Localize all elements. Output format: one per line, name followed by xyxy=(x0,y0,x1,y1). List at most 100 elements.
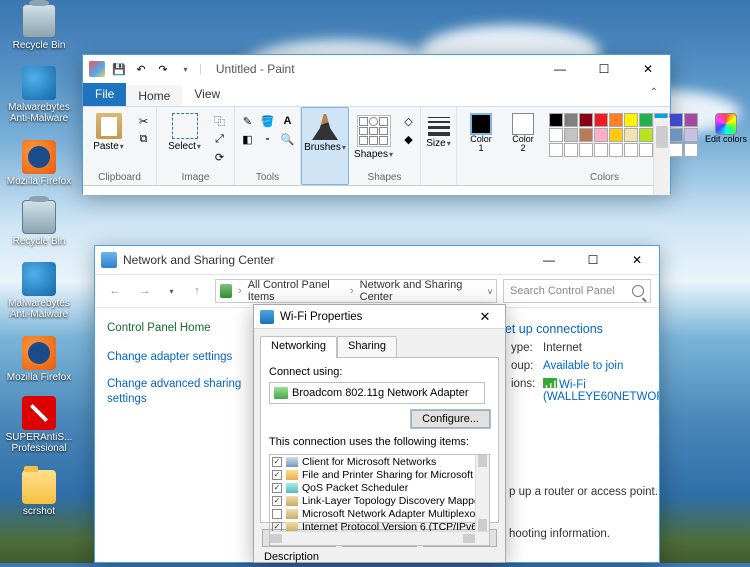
palette-swatch[interactable] xyxy=(564,128,578,142)
configure-button[interactable]: Configure... xyxy=(411,410,490,428)
palette-swatch[interactable] xyxy=(609,113,623,127)
palette-swatch[interactable] xyxy=(564,143,578,157)
close-button[interactable]: ✕ xyxy=(615,246,659,274)
paste-button[interactable]: Paste▾ xyxy=(87,111,131,152)
shape-outline[interactable]: ◇ xyxy=(400,113,418,129)
forward-button[interactable]: → xyxy=(133,279,157,303)
checkbox[interactable]: ✓ xyxy=(272,457,282,467)
scrollbar-thumb[interactable] xyxy=(656,126,668,148)
palette-swatch[interactable] xyxy=(594,113,608,127)
connection-item[interactable]: ✓File and Printer Sharing for Microsoft … xyxy=(270,468,489,481)
recent-dropdown[interactable]: ▾ xyxy=(163,279,179,303)
search-input[interactable]: Search Control Panel xyxy=(503,279,651,303)
palette-swatch[interactable] xyxy=(609,143,623,157)
eraser-tool[interactable]: ◧ xyxy=(239,131,257,147)
desktop-icon-superantispyware[interactable]: SUPERAntiS... Professional xyxy=(4,396,74,454)
select-button[interactable]: Select▾ xyxy=(163,111,207,152)
tab-view[interactable]: View xyxy=(182,83,232,106)
palette-swatch[interactable] xyxy=(684,113,698,127)
palette-swatch[interactable] xyxy=(684,143,698,157)
checkbox[interactable]: ✓ xyxy=(272,496,282,506)
desktop-icon-recycle-bin-2[interactable]: Recycle Bin xyxy=(4,200,74,247)
desktop-icon-scrshot-folder[interactable]: scrshot xyxy=(4,470,74,517)
horizontal-scrollbar[interactable] xyxy=(270,531,489,545)
palette-swatch[interactable] xyxy=(684,128,698,142)
magnifier-tool[interactable]: 🔍 xyxy=(279,131,297,147)
crumb-segment[interactable]: All Control Panel Items xyxy=(248,279,344,303)
save-button[interactable]: 💾 xyxy=(109,59,129,79)
adapter-field[interactable]: Broadcom 802.11g Network Adapter xyxy=(269,382,485,404)
checkbox[interactable]: ✓ xyxy=(272,470,282,480)
brushes-button[interactable]: Brushes▾ xyxy=(303,112,347,153)
control-panel-home-link[interactable]: Control Panel Home xyxy=(107,322,247,334)
redo-button[interactable]: ↷ xyxy=(153,59,173,79)
tab-networking[interactable]: Networking xyxy=(260,336,337,358)
connection-link[interactable]: Wi-Fi (WALLEYE60NETWORK) xyxy=(543,378,660,403)
crumb-segment[interactable]: Network and Sharing Center xyxy=(360,279,479,303)
palette-swatch[interactable] xyxy=(564,113,578,127)
palette-swatch[interactable] xyxy=(639,113,653,127)
palette-swatch[interactable] xyxy=(579,113,593,127)
palette-swatch[interactable] xyxy=(669,128,683,142)
change-adapter-settings-link[interactable]: Change adapter settings xyxy=(107,350,247,365)
pencil-tool[interactable]: ✎ xyxy=(239,113,257,129)
desktop-icon-malwarebytes-2[interactable]: Malwarebytes Anti-Malware xyxy=(4,262,74,320)
palette-swatch[interactable] xyxy=(609,128,623,142)
cut-button[interactable]: ✂ xyxy=(135,113,153,129)
connection-item[interactable]: ✓Client for Microsoft Networks xyxy=(270,455,489,468)
copy-button[interactable]: ⧉ xyxy=(135,131,153,147)
minimize-button[interactable]: — xyxy=(538,55,582,83)
checkbox[interactable] xyxy=(272,509,282,519)
size-button[interactable]: Size▾ xyxy=(425,111,453,149)
titlebar[interactable]: 💾 ↶ ↷ ▾ | Untitled - Paint — ☐ ✕ xyxy=(83,55,670,83)
shapes-button[interactable]: Shapes▾ xyxy=(352,111,396,160)
text-tool[interactable]: A xyxy=(279,113,297,129)
crumb-dropdown[interactable]: v xyxy=(488,287,492,296)
ribbon-minimize[interactable]: ⌃ xyxy=(638,83,670,106)
qat-dropdown[interactable]: ▾ xyxy=(175,59,195,79)
palette-swatch[interactable] xyxy=(669,113,683,127)
checkbox[interactable]: ✓ xyxy=(272,483,282,493)
rotate-button[interactable]: ⟳ xyxy=(211,149,229,165)
homegroup-link[interactable]: Available to join xyxy=(543,360,623,372)
palette-swatch[interactable] xyxy=(669,143,683,157)
undo-button[interactable]: ↶ xyxy=(131,59,151,79)
maximize-button[interactable]: ☐ xyxy=(582,55,626,83)
palette-swatch[interactable] xyxy=(549,113,563,127)
minimize-button[interactable]: — xyxy=(527,246,571,274)
color1-button[interactable]: Color 1 xyxy=(463,111,499,153)
up-button[interactable]: ↑ xyxy=(185,279,209,303)
palette-swatch[interactable] xyxy=(639,143,653,157)
fill-tool[interactable]: 🪣 xyxy=(259,113,277,129)
close-button[interactable]: ✕ xyxy=(465,305,505,329)
palette-swatch[interactable] xyxy=(549,128,563,142)
checkbox[interactable]: ✓ xyxy=(272,522,282,532)
desktop-icon-firefox[interactable]: Mozilla Firefox xyxy=(4,140,74,187)
tab-sharing[interactable]: Sharing xyxy=(337,336,397,358)
color2-button[interactable]: Color 2 xyxy=(505,111,541,153)
crop-button[interactable]: ⿻ xyxy=(211,113,229,129)
palette-swatch[interactable] xyxy=(639,128,653,142)
connection-item[interactable]: ✓Link-Layer Topology Discovery Mapper I/… xyxy=(270,494,489,507)
palette-swatch[interactable] xyxy=(594,143,608,157)
connection-item[interactable]: Microsoft Network Adapter Multiplexor Pr… xyxy=(270,507,489,520)
vertical-scrollbar[interactable] xyxy=(475,455,489,531)
palette-swatch[interactable] xyxy=(579,143,593,157)
shape-fill[interactable]: ◆ xyxy=(400,131,418,147)
eyedropper-tool[interactable]: ⁃ xyxy=(259,131,277,147)
palette-swatch[interactable] xyxy=(594,128,608,142)
desktop-icon-malwarebytes[interactable]: Malwarebytes Anti-Malware xyxy=(4,66,74,124)
palette-swatch[interactable] xyxy=(624,128,638,142)
canvas-area[interactable] xyxy=(83,185,670,195)
change-sharing-settings-link[interactable]: Change advanced sharing settings xyxy=(107,377,247,407)
edit-colors-button[interactable]: Edit colors xyxy=(706,111,746,144)
breadcrumb[interactable]: › All Control Panel Items › Network and … xyxy=(215,279,497,303)
maximize-button[interactable]: ☐ xyxy=(571,246,615,274)
tab-home[interactable]: Home xyxy=(126,83,182,106)
palette-swatch[interactable] xyxy=(624,143,638,157)
desktop-icon-firefox-2[interactable]: Mozilla Firefox xyxy=(4,336,74,383)
close-button[interactable]: ✕ xyxy=(626,55,670,83)
tab-file[interactable]: File xyxy=(83,83,126,106)
palette-swatch[interactable] xyxy=(549,143,563,157)
desktop-icon-recycle-bin[interactable]: Recycle Bin xyxy=(4,4,74,51)
